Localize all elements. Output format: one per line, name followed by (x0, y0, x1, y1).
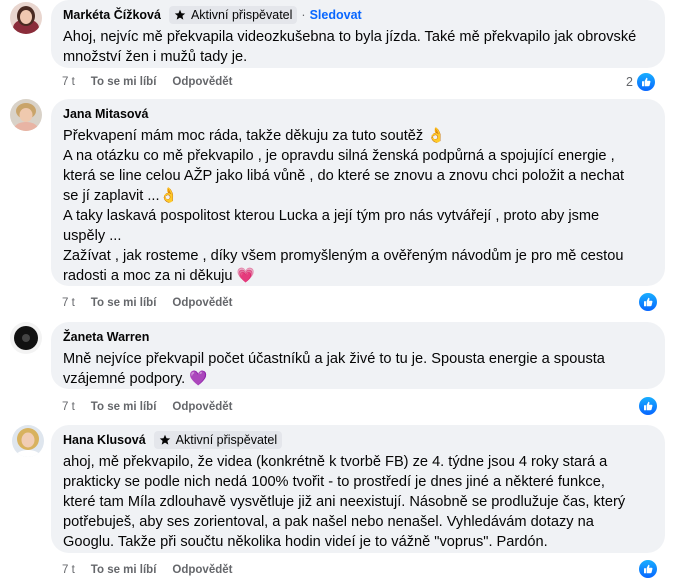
avatar[interactable] (10, 99, 42, 131)
comment-line: která se line celou AŽP jako libá vůně ,… (63, 168, 625, 184)
separator-dot: · (301, 8, 306, 22)
avatar[interactable] (10, 322, 42, 354)
like-reaction-icon (638, 559, 658, 579)
like-reaction-icon (638, 396, 658, 416)
like-reaction-icon (635, 72, 656, 92)
comment-bubble: Žaneta Warren Mně nejvíce překvapil poče… (51, 322, 665, 389)
comment-time[interactable]: 7 t (62, 564, 75, 576)
reply-button[interactable]: Odpovědět (172, 76, 232, 88)
comment-text: Překvapení mám moc ráda, takže děkuju za… (63, 126, 653, 286)
comment-line: Zažívat , jak rosteme , díky všem promyš… (63, 248, 624, 264)
comment-line: které tam Míla zdlouhavě vysvětluje již … (63, 494, 626, 510)
star-badge-icon (159, 434, 170, 445)
comment-line: se jí zaplavit ...👌 (63, 188, 178, 204)
author-name[interactable]: Žaneta Warren (63, 330, 149, 344)
reply-button[interactable]: Odpovědět (172, 401, 232, 413)
comment-text: Ahoj, nejvíc mě překvapila videozkušebna… (63, 27, 653, 67)
comment-line: ahoj, mě překvapilo, že videa (konkrétně… (63, 454, 608, 470)
comment-line: Googlu. Takže při součtu několika hodin … (63, 534, 548, 550)
reaction-summary[interactable] (638, 559, 658, 579)
avatar[interactable] (10, 2, 42, 34)
badge-label: Aktivní přispěvatel (190, 8, 293, 22)
like-button[interactable]: To se mi líbí (91, 297, 157, 309)
star-badge-icon (174, 9, 186, 20)
comment-bubble: Markéta Čížková Aktivní přispěvatel · Sl… (51, 0, 665, 68)
comment-line: potřebuješ, aby ses zorientoval, a pak n… (63, 514, 594, 530)
author-name[interactable]: Jana Mitasová (63, 107, 148, 121)
comment-time[interactable]: 7 t (62, 297, 75, 309)
author-name[interactable]: Markéta Čížková (63, 8, 161, 22)
comment-line: Mně nejvíce překvapil počet účastníků a … (63, 351, 605, 367)
comment-time[interactable]: 7 t (62, 401, 75, 413)
reply-button[interactable]: Odpovědět (172, 564, 232, 576)
reaction-count: 2 (626, 75, 633, 89)
reply-button[interactable]: Odpovědět (172, 297, 232, 309)
comment-time[interactable]: 7 t (62, 76, 75, 88)
comment-line: radosti a moc za ni děkuju 💗 (63, 268, 255, 284)
reaction-summary[interactable] (638, 396, 658, 416)
comment-line: A taky laskavá pospolitost kterou Lucka … (63, 208, 600, 224)
comment-bubble: Jana Mitasová Překvapení mám moc ráda, t… (51, 99, 665, 286)
comment-actions: 7 t To se mi líbí Odpovědět (62, 561, 248, 579)
comment-line: prakticky se podle nich nedá 100% tvořit… (63, 474, 605, 490)
like-button[interactable]: To se mi líbí (91, 76, 157, 88)
reaction-summary[interactable] (638, 292, 658, 312)
comment-text: Mně nejvíce překvapil počet účastníků a … (63, 349, 653, 389)
comment-line: vzájemné podpory. 💜 (63, 371, 208, 387)
comment-line: uspěly ... (63, 228, 122, 244)
like-button[interactable]: To se mi líbí (91, 564, 157, 576)
comment-actions: 7 t To se mi líbí Odpovědět (62, 398, 248, 416)
reaction-summary[interactable]: 2 (626, 72, 656, 92)
follow-button[interactable]: Sledovat (310, 8, 362, 22)
avatar[interactable] (12, 425, 44, 457)
comment-actions: 7 t To se mi líbí Odpovědět (62, 294, 248, 312)
comment-bubble: Hana Klusová Aktivní přispěvatel ahoj, m… (51, 425, 665, 553)
author-name[interactable]: Hana Klusová (63, 433, 146, 447)
comment-text: ahoj, mě překvapilo, že videa (konkrétně… (63, 452, 653, 552)
like-reaction-icon (638, 292, 658, 312)
contributor-badge: Aktivní přispěvatel (168, 6, 298, 24)
comment-line: Ahoj, nejvíc mě překvapila videozkušebna… (63, 29, 637, 45)
comment-line: A na otázku co mě překvapilo , je opravd… (63, 148, 615, 164)
comment-actions: 7 t To se mi líbí Odpovědět (62, 73, 248, 91)
badge-label: Aktivní přispěvatel (175, 433, 278, 447)
like-button[interactable]: To se mi líbí (91, 401, 157, 413)
contributor-badge: Aktivní přispěvatel (153, 431, 283, 449)
comment-line: Překvapení mám moc ráda, takže děkuju za… (63, 128, 446, 144)
comment-line: množství žen i mužů tady je. (63, 49, 248, 65)
